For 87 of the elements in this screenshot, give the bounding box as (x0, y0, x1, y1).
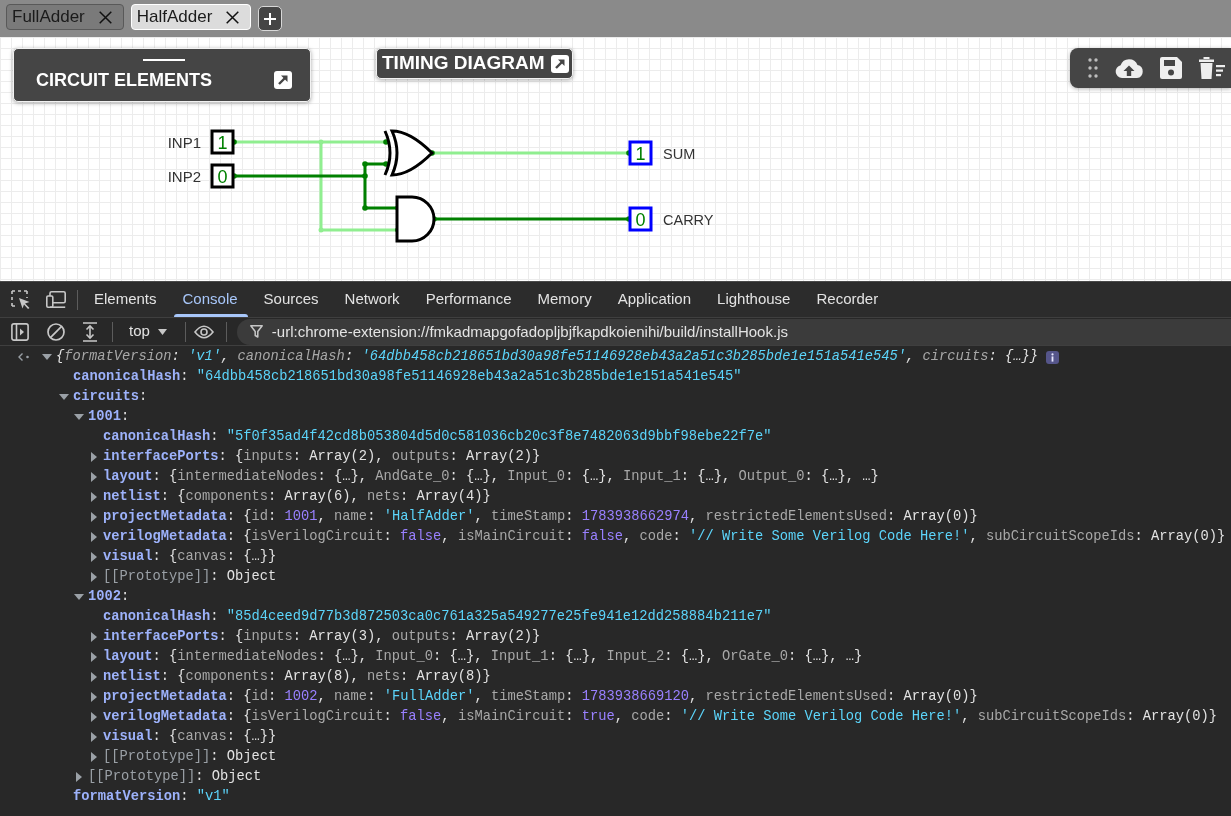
output-probe: 0 (628, 206, 653, 232)
filter-icon (249, 324, 263, 338)
output-probe: 1 (628, 140, 653, 166)
disclosure-triangle-icon[interactable] (90, 492, 97, 502)
property-line: verilogMetadata: {isVerilogCircuit: false, isMainCircuit: false, code: '// Write Some Verilog Code Here!', subCircuitScopeIds: Array(0)} (103, 528, 1226, 546)
disclosure-triangle-icon[interactable] (90, 712, 97, 722)
devtools-tab[interactable]: Memory (524, 282, 605, 317)
disclosure-triangle-icon[interactable] (90, 472, 97, 482)
property-line: interfacePorts: {inputs: Array(3), outputs: Array(2)} (103, 628, 541, 646)
eye-icon[interactable] (193, 324, 214, 339)
disclosure-triangle-icon[interactable] (41, 354, 52, 360)
circuit-tab[interactable]: HalfAdder (130, 4, 252, 30)
property-line: 1001: (88, 408, 130, 426)
input-toggle[interactable]: 0 (210, 163, 235, 189)
clear-icon[interactable] (47, 322, 65, 341)
disclosure-triangle-icon[interactable] (90, 732, 97, 742)
device-toolbar-icon[interactable] (46, 291, 66, 308)
devtools-tab[interactable]: Sources (250, 282, 332, 317)
save-icon[interactable] (1160, 57, 1182, 79)
disclosure-triangle-icon[interactable] (90, 672, 97, 682)
disclosure-triangle-icon[interactable] (73, 414, 84, 420)
disclosure-triangle-icon[interactable] (90, 752, 97, 762)
property-line: 1002: (88, 588, 130, 606)
panel-title: CIRCUIT ELEMENTS (36, 69, 212, 91)
property-line: circuits: (73, 388, 148, 406)
property-line: netlist: {components: Array(8), nets: Array(8)} (103, 668, 491, 686)
drag-handle-icon[interactable] (1088, 58, 1098, 78)
property-line: layout: {intermediateNodes: {…}, AndGate_0: {…}, Input_0: {…}, Input_1: {…}, Output_0: {…}, …} (103, 468, 879, 486)
devtools-tab[interactable]: Recorder (803, 282, 892, 317)
property-line: layout: {intermediateNodes: {…}, Input_0: {…}, Input_1: {…}, Input_2: {…}, OrGate_0: {…}, …} (103, 648, 863, 666)
xor-gate (383, 129, 434, 177)
context-select[interactable]: top (125, 319, 171, 344)
circuit-tab[interactable]: FullAdder (6, 4, 124, 30)
property-line: canonicalHash: "85d4ceed9d77b3d872503ca0c761a325a549277e25fe941e12dd258884b211e7" (103, 608, 772, 626)
trash-icon[interactable] (1199, 57, 1225, 79)
disclosure-triangle-icon[interactable] (75, 772, 82, 782)
property-line: projectMetadata: {id: 1001, name: 'HalfAdder', timeStamp: 1783938662974, restrictedElementsUsed: Array(0)} (103, 508, 978, 526)
input-label: INP1 (167, 134, 201, 151)
add-tab-button[interactable] (258, 6, 283, 31)
disclosure-triangle-icon[interactable] (90, 572, 97, 582)
devtools-tab[interactable]: Performance (412, 282, 525, 317)
disclosure-triangle-icon[interactable] (90, 692, 97, 702)
property-line: formatVersion: "v1" (73, 788, 230, 806)
property-line: canonicalHash: "5f0f35ad4f42cd8b053804d5d0c581036cb20c3f8e7482063d9bbf98ebe22f7e" (103, 428, 772, 446)
caret-down-icon (157, 328, 167, 335)
devtools-tab[interactable]: Application (604, 282, 705, 317)
and-gate (395, 195, 436, 243)
disclosure-triangle-icon[interactable] (90, 632, 97, 642)
devtools-tab[interactable]: Console (169, 282, 251, 317)
property-line: [[Prototype]]: Object (88, 768, 262, 786)
devtools-tab[interactable]: Elements (81, 282, 170, 317)
devtools-tab[interactable]: Network (331, 282, 413, 317)
sidebar-icon[interactable] (11, 322, 29, 341)
property-line: [[Prototype]]: Object (103, 568, 277, 586)
disclosure-triangle-icon[interactable] (90, 652, 97, 662)
property-line: canonicalHash: "64dbb458cb218651bd30a98fe51146928eb43a2a51c3b285bde1e151a541e545" (73, 368, 742, 386)
result-arrow-icon (18, 353, 29, 361)
property-line: projectMetadata: {id: 1002, name: 'FullAdder', timeStamp: 1783938669120, restrictedElementsUsed: Array(0)} (103, 688, 978, 706)
timing-diagram-button[interactable]: TIMING DIAGRAM (376, 48, 573, 79)
property-line: [[Prototype]]: Object (103, 748, 277, 766)
disclosure-triangle-icon[interactable] (90, 452, 97, 462)
input-toggle[interactable]: 1 (210, 129, 235, 155)
output-label: CARRY (663, 212, 714, 228)
disclosure-triangle-icon[interactable] (58, 394, 69, 400)
cloud-upload-icon[interactable] (1115, 58, 1143, 78)
property-line: visual: {canvas: {…}} (103, 548, 277, 566)
filter-field[interactable]: -url:chrome-extension://fmkadmapgofadopljbjfkapdkoienihi/build/installHook.js (236, 318, 1231, 345)
disclosure-triangle-icon[interactable] (73, 594, 84, 600)
drag-handle-icon[interactable] (143, 59, 185, 61)
expand-icon (550, 54, 569, 73)
input-label: INP2 (167, 168, 201, 185)
property-line: netlist: {components: Array(6), nets: Array(4)} (103, 488, 491, 506)
property-line: interfacePorts: {inputs: Array(2), outputs: Array(2)} (103, 448, 541, 466)
disclosure-triangle-icon[interactable] (90, 552, 97, 562)
property-line: verilogMetadata: {isVerilogCircuit: false, isMainCircuit: true, code: '// Write Some Verilog Code Here!', subCircuitScopeIds: Array(0)} (103, 708, 1218, 726)
output-label: SUM (663, 146, 696, 162)
info-icon (1046, 350, 1060, 364)
vertical-arrows-icon[interactable] (82, 321, 98, 342)
expand-icon[interactable] (274, 71, 292, 89)
disclosure-triangle-icon[interactable] (90, 532, 97, 542)
devtools-tab[interactable]: Lighthouse (704, 282, 804, 317)
close-icon[interactable] (226, 10, 240, 24)
plus-icon (264, 12, 277, 25)
property-line: visual: {canvas: {…}} (103, 728, 277, 746)
inspect-icon[interactable] (11, 290, 30, 309)
disclosure-triangle-icon[interactable] (90, 512, 97, 522)
object-preview: {formatVersion: 'v1', canonicalHash: '64dbb458cb218651bd30a98fe51146928eb43a2a51c3b285bde1e151a541e545', circuits: {…}} (56, 348, 1039, 366)
